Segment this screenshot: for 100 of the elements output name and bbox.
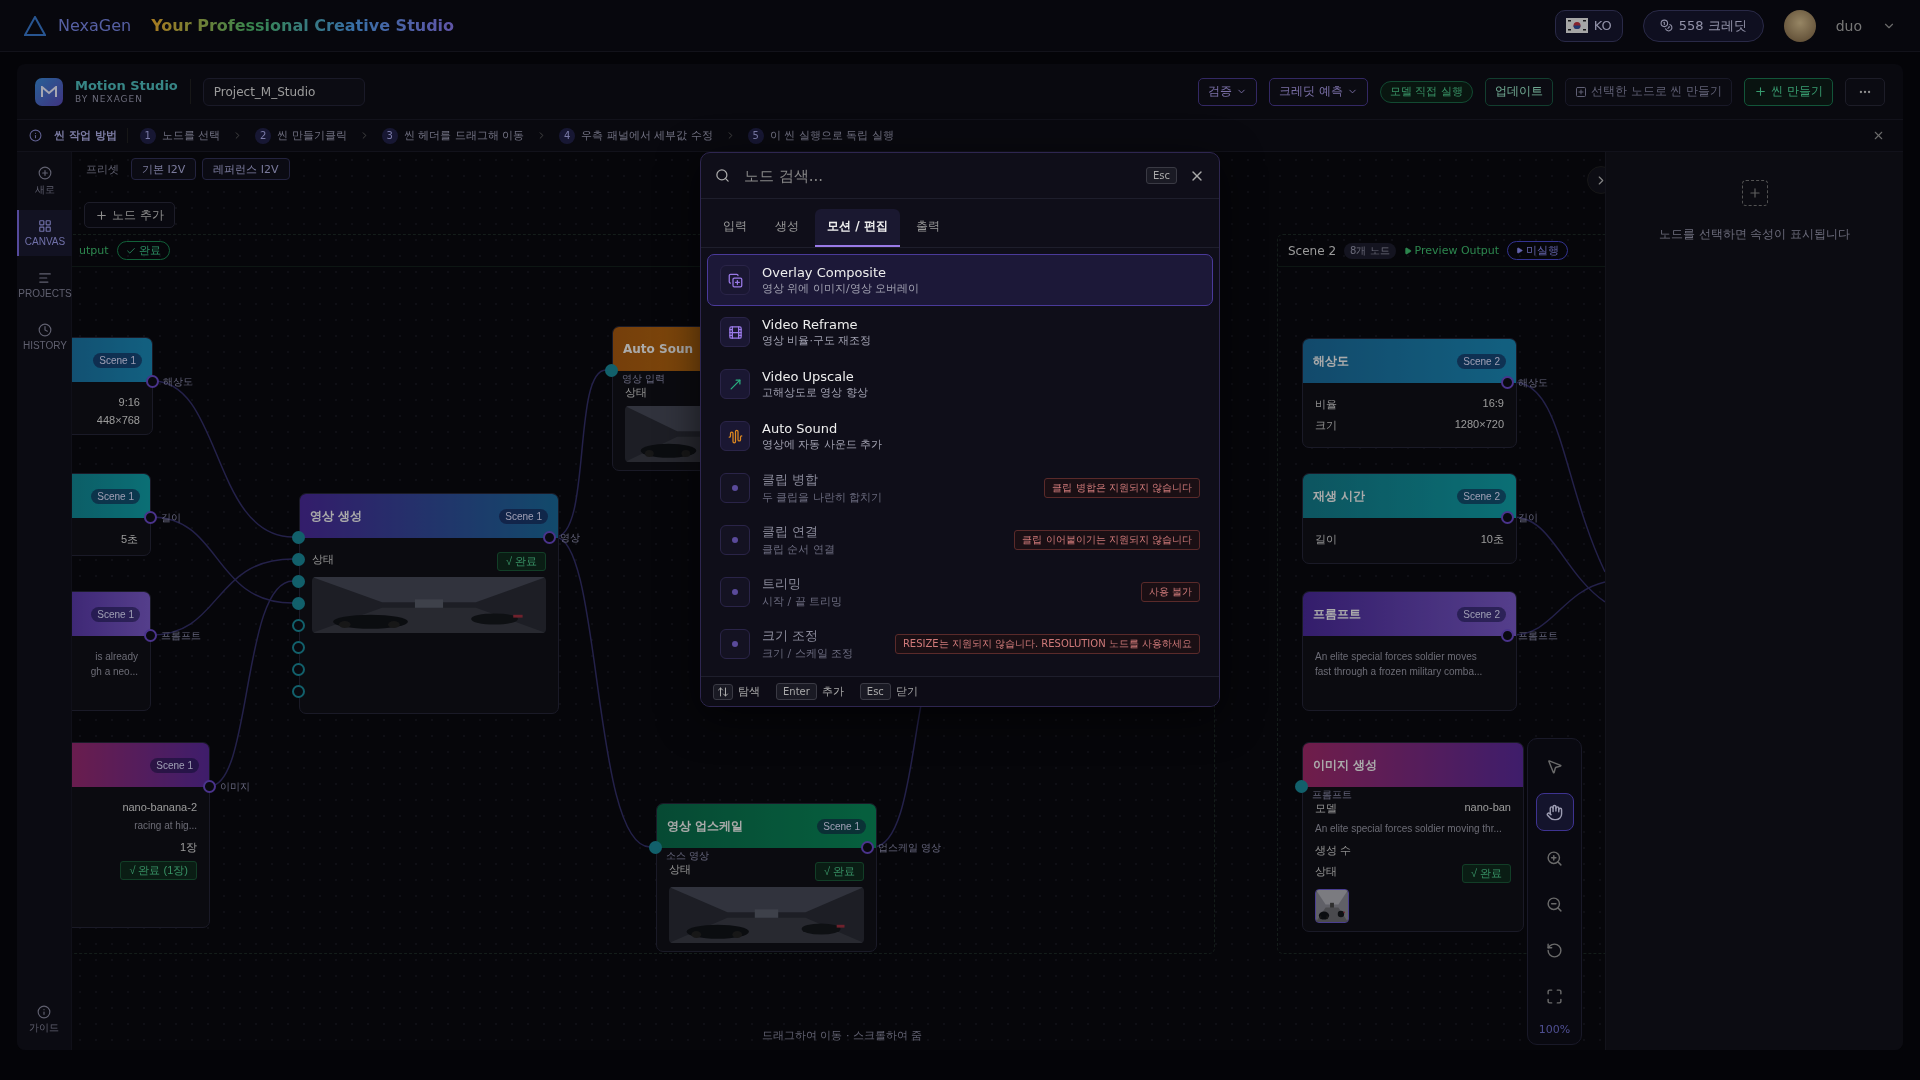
- prompt-text: An elite special forces soldier moving thr...: [1315, 822, 1503, 836]
- add-icon: [1741, 180, 1768, 206]
- play-icon: [1403, 246, 1412, 255]
- node-title: 영상 업스케일: [667, 817, 744, 835]
- node-list-item[interactable]: Video Upscale 고해상도로 영상 향상: [707, 358, 1213, 410]
- step-text: 씬 만들기클릭: [277, 128, 347, 143]
- node-title: 재생 시간: [1313, 487, 1366, 505]
- coin-icon: [1659, 19, 1673, 32]
- canvas-hint: 드래그하여 이동 · 스크롤하여 줌: [762, 1028, 923, 1043]
- search-field[interactable]: 노드 검색...: [742, 165, 1134, 186]
- field-value: nano-ban: [1464, 801, 1511, 815]
- port-label: 길이: [161, 511, 181, 525]
- status-badge: √ 완료: [1461, 863, 1511, 883]
- status-badge: √ 완료 (1장): [120, 860, 197, 880]
- node-card[interactable]: 재생 시간 Scene 2 길이 10초: [1302, 473, 1517, 564]
- unsupported-badge: 클립 병합은 지원되지 않습니다: [1044, 478, 1200, 498]
- node-description: 시작 / 끝 트리밍: [762, 594, 843, 609]
- field-value: 1장: [179, 839, 197, 855]
- dropdown-button[interactable]: 크레딧 예측: [1268, 77, 1368, 106]
- node-card[interactable]: Scene 1 5초: [72, 473, 151, 556]
- field-value: 10초: [1480, 532, 1504, 547]
- node-card[interactable]: 영상 생성 Scene 1 상태 √ 완료: [299, 493, 559, 714]
- close-icon: [1872, 129, 1885, 142]
- field-label: 크기: [1315, 418, 1337, 433]
- node-description: 클립 순서 연결: [762, 542, 835, 557]
- plus-circle-icon: [38, 165, 52, 180]
- user-name[interactable]: duo: [1835, 17, 1862, 34]
- field-value: nano-banana-2: [122, 801, 197, 813]
- plus-icon: [95, 208, 108, 222]
- hand-icon[interactable]: [1535, 793, 1574, 831]
- shortcut-label: 탐색: [738, 684, 760, 699]
- shortcut-key: Esc: [859, 683, 891, 700]
- language-button[interactable]: KO: [1554, 9, 1623, 42]
- node-description: 고해상도로 영상 향상: [762, 384, 868, 400]
- node-card[interactable]: 프롬프트 Scene 2 An elite special forces soldier moves fast through a frozen military comba...: [1302, 591, 1517, 711]
- node-list-item[interactable]: Overlay Composite 영상 위에 이미지/영상 오버레이: [707, 254, 1213, 306]
- sidebar-item[interactable]: HISTORY: [17, 314, 72, 360]
- node-card[interactable]: Scene 1 is already gh a neo...: [72, 591, 151, 711]
- node-list-item[interactable]: Auto Sound 영상에 자동 사운드 추가: [707, 410, 1213, 462]
- prompt-text: is already gh a neo...: [90, 650, 138, 679]
- node-description: 영상에 자동 사운드 추가: [762, 436, 883, 452]
- port-label: 영상: [560, 531, 580, 545]
- node-title: 클립 병합: [762, 471, 820, 489]
- node-card[interactable]: Scene 1 9:16 448×768: [72, 337, 153, 435]
- node-description: 영상 위에 이미지/영상 오버레이: [762, 280, 920, 296]
- step-number: 4: [559, 127, 576, 144]
- mode-badge[interactable]: 모델 직접 실행: [1379, 80, 1473, 103]
- field-value: 448×768: [96, 414, 140, 426]
- field-value: 5초: [120, 532, 138, 547]
- credits-button[interactable]: 558 크레딧: [1642, 9, 1764, 42]
- port-label: 소스 영상: [666, 849, 709, 863]
- info-icon: [37, 1005, 51, 1019]
- step-text: 씬 헤더를 드래그해 이동: [403, 128, 525, 143]
- category-tab[interactable]: 모션 / 편집: [815, 209, 900, 247]
- layers-icon: [720, 265, 750, 295]
- update-button[interactable]: 업데이트: [1484, 77, 1553, 106]
- avatar[interactable]: [1783, 9, 1816, 42]
- sidebar-item[interactable]: PROJECTS: [17, 262, 72, 308]
- node-title: 프롬프트: [1313, 605, 1361, 623]
- port-label: 해상도: [163, 375, 193, 389]
- step-number: 1: [139, 127, 156, 144]
- field-label: 모델: [1315, 801, 1337, 816]
- status-label: 상태: [312, 552, 334, 567]
- preset-button[interactable]: 기본 I2V: [131, 158, 197, 180]
- node-description: 영상 비율·구도 재조정: [762, 332, 872, 348]
- preset-button[interactable]: 레퍼런스 I2V: [202, 158, 290, 180]
- field-label: 생성 수: [1315, 842, 1352, 858]
- waveform-icon: [720, 421, 750, 451]
- node-title: 해상도: [1313, 352, 1349, 370]
- preset-label: 프리셋: [86, 161, 119, 177]
- node-count: 8개 노드: [1344, 242, 1396, 259]
- field-label: 길이: [1315, 532, 1337, 547]
- clock-icon: [38, 323, 52, 337]
- port-label: 프롬프트: [161, 629, 201, 643]
- preview-output-button[interactable]: Preview Output: [1403, 244, 1500, 257]
- category-tab[interactable]: 출력: [903, 209, 952, 247]
- category-tab[interactable]: 입력: [711, 209, 759, 247]
- port-label: 업스케일 영상: [878, 841, 941, 855]
- node-title: Video Upscale: [762, 368, 855, 384]
- status-badge: √ 완료: [496, 552, 546, 571]
- node-list-item[interactable]: Video Reframe 영상 비율·구도 재조정: [707, 306, 1213, 358]
- scene-name: Scene 2: [1288, 243, 1337, 258]
- flag-icon: [1565, 18, 1588, 33]
- category-tab[interactable]: 생성: [763, 209, 811, 247]
- node-card[interactable]: 해상도 Scene 2 비율 16:9 크기 1280×720: [1302, 338, 1517, 448]
- node-title: 크기 조정: [762, 627, 820, 645]
- sidebar-item[interactable]: 새로: [17, 158, 72, 204]
- add-node-button[interactable]: 노드 추가: [84, 202, 175, 228]
- create-scene-button[interactable]: 씬 만들기: [1744, 77, 1833, 106]
- sidebar-item[interactable]: CANVAS: [17, 210, 72, 256]
- preview-output-button[interactable]: utput: [79, 244, 109, 257]
- guide-button[interactable]: 가이드: [23, 1004, 65, 1036]
- play-icon: [1516, 247, 1524, 254]
- node-card[interactable]: Scene 1 nano-banana-2 racing at hig... 1장 √ 완료 (1장): [72, 742, 210, 928]
- node-title: 이미지 생성: [1313, 756, 1378, 774]
- dropdown-button[interactable]: 검증: [1197, 77, 1257, 106]
- create-scene-from-selection-button[interactable]: 선택한 노드로 씬 만들기: [1564, 77, 1733, 106]
- project-name-field[interactable]: Project_M_Studio: [202, 77, 365, 106]
- field-value: 1280×720: [1454, 418, 1504, 432]
- unsupported-badge: RESIZE는 지원되지 않습니다. RESOLUTION 노드를 사용하세요: [894, 634, 1200, 654]
